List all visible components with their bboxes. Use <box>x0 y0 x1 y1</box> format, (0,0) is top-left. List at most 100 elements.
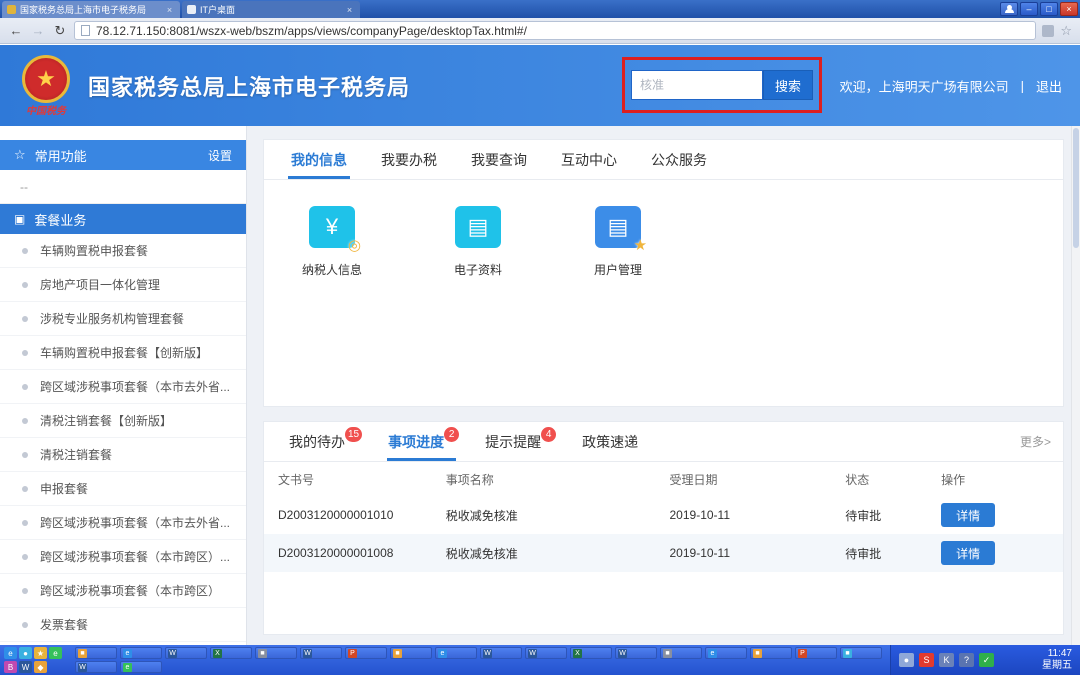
shortcut-glyph: ▤ <box>608 214 629 240</box>
taskbar-window-button[interactable]: ■ <box>255 647 297 659</box>
main-tab[interactable]: 我要查询 <box>454 140 544 179</box>
sidebar-item[interactable]: 跨区域涉税事项套餐（本市跨区） <box>0 574 246 608</box>
cell-doc-no: D2003120000001010 <box>264 496 432 534</box>
forward-icon[interactable] <box>30 23 46 38</box>
settings-link[interactable]: 设置 <box>208 147 232 164</box>
sidebar-item[interactable]: 房地产项目一体化管理 <box>0 268 246 302</box>
minimize-button[interactable] <box>1020 2 1038 16</box>
tray-icon[interactable]: S <box>919 653 934 667</box>
tasks-tab[interactable]: 事项进度 2 <box>375 422 472 461</box>
shortcut-label: 电子资料 <box>454 261 502 278</box>
quick-launch-icon[interactable]: e <box>49 647 62 659</box>
sidebar-empty-row: -- <box>0 170 246 204</box>
sidebar-item[interactable]: 发票套餐 <box>0 608 246 642</box>
detail-button[interactable]: 详情 <box>941 541 995 565</box>
table-row: D2003120000001008 税收减免核准 2019-10-11 待审批 … <box>264 534 1063 572</box>
taskbar-window-button[interactable]: ■ <box>840 647 882 659</box>
table-header-cell: 文书号 <box>264 462 432 496</box>
sidebar-item[interactable]: 跨区域涉税事项套餐（本市去外省... <box>0 506 246 540</box>
bookmark-star-icon[interactable] <box>1060 23 1072 39</box>
sidebar-common-functions[interactable]: 常用功能 设置 <box>0 140 246 170</box>
page-tools-icon[interactable] <box>1042 25 1054 37</box>
quick-launch-icon[interactable]: e <box>4 647 17 659</box>
tray-icon[interactable]: ✓ <box>979 653 994 667</box>
sidebar-section-packages[interactable]: 套餐业务 <box>0 204 246 234</box>
shortcut[interactable]: ▤ ★ 用户管理 <box>594 206 642 278</box>
tasks-tab-label: 提示提醒 <box>485 432 541 452</box>
tab-badge: 4 <box>541 427 556 442</box>
search-box: 搜索 <box>631 70 813 100</box>
sidebar-item[interactable]: 车辆购置税申报套餐 <box>0 234 246 268</box>
maximize-button[interactable] <box>1040 2 1058 16</box>
sidebar-item-label: 车辆购置税申报套餐 <box>40 242 148 259</box>
cell-status: 待审批 <box>831 534 927 572</box>
taskbar-window-button[interactable]: W <box>525 647 567 659</box>
taskbar-window-button[interactable]: W <box>300 647 342 659</box>
scrollbar-thumb[interactable] <box>1073 128 1079 248</box>
sidebar-item[interactable]: 清税注销套餐【创新版】 <box>0 404 246 438</box>
taskbar-window-button[interactable]: P <box>795 647 837 659</box>
tasks-tab[interactable]: 我的待办 15 <box>276 422 375 461</box>
tab-close-icon[interactable] <box>344 5 355 15</box>
taskbar-window-button[interactable]: ■ <box>390 647 432 659</box>
tray-icon[interactable]: ? <box>959 653 974 667</box>
taskbar-window-button[interactable]: W <box>615 647 657 659</box>
profile-icon[interactable] <box>1000 2 1018 16</box>
quick-launch-icon[interactable]: ● <box>19 647 32 659</box>
refresh-icon[interactable] <box>52 23 68 39</box>
more-link[interactable]: 更多> <box>1020 422 1051 461</box>
main-tabs: 我的信息 我要办税 我要查询 互动中心 <box>264 140 1063 180</box>
search-button[interactable]: 搜索 <box>763 70 813 100</box>
main-tab[interactable]: 公众服务 <box>634 140 724 179</box>
tasks-table: 文书号 事项名称 受理日期 状态 操作 <box>264 462 1063 572</box>
main-tab[interactable]: 我的信息 <box>274 140 364 179</box>
browser-tab[interactable]: 国家税务总局上海市电子税务局 <box>2 1 180 18</box>
taskbar-window-button[interactable]: e <box>120 647 162 659</box>
vertical-scrollbar[interactable] <box>1071 126 1080 645</box>
sidebar-item[interactable]: 跨区域涉税事项套餐（本市去外省... <box>0 370 246 404</box>
divider: | <box>1021 78 1024 93</box>
main-tab[interactable]: 我要办税 <box>364 140 454 179</box>
quick-launch-icon[interactable]: ◆ <box>34 661 47 673</box>
taskbar-window-button[interactable]: P <box>345 647 387 659</box>
browser-tab[interactable]: IT户桌面 <box>182 1 360 18</box>
search-input[interactable] <box>631 70 763 100</box>
tasks-tab[interactable]: 政策速递 <box>569 422 651 461</box>
tray-icon[interactable]: ● <box>899 653 914 667</box>
tray-icon[interactable]: K <box>939 653 954 667</box>
app-icon: ■ <box>78 649 87 658</box>
taskbar-window-button[interactable]: e <box>705 647 747 659</box>
taskbar-window-button[interactable]: W <box>75 661 117 673</box>
shortcut[interactable]: ▤ 电子资料 <box>454 206 502 278</box>
sidebar-item[interactable]: 涉税专业服务机构管理套餐 <box>0 302 246 336</box>
taskbar-window-button[interactable]: W <box>165 647 207 659</box>
shortcut-label: 纳税人信息 <box>302 261 362 278</box>
quick-launch-icon[interactable]: W <box>19 661 32 673</box>
back-icon[interactable] <box>8 23 24 38</box>
app-icon: W <box>528 649 537 658</box>
quick-launch-icon[interactable]: B <box>4 661 17 673</box>
logout-link[interactable]: 退出 <box>1036 76 1062 95</box>
tasks-tab[interactable]: 提示提醒 4 <box>472 422 569 461</box>
main-tab[interactable]: 互动中心 <box>544 140 634 179</box>
welcome-text: 欢迎，上海明天广场有限公司 <box>840 76 1009 95</box>
taskbar-window-button[interactable]: X <box>570 647 612 659</box>
sidebar-item[interactable]: 跨区域涉税事项套餐（本市跨区）... <box>0 540 246 574</box>
shortcut[interactable]: ¥ ◎ 纳税人信息 <box>302 206 362 278</box>
tab-close-icon[interactable] <box>164 5 175 15</box>
taskbar-window-button[interactable]: ■ <box>750 647 792 659</box>
sidebar-item[interactable]: 申报套餐 <box>0 472 246 506</box>
quick-launch-icon[interactable]: ★ <box>34 647 47 659</box>
sidebar-item[interactable]: 清税注销套餐 <box>0 438 246 472</box>
app-icon: W <box>483 649 492 658</box>
sidebar-item[interactable]: 车辆购置税申报套餐【创新版】 <box>0 336 246 370</box>
taskbar-window-button[interactable]: ■ <box>75 647 117 659</box>
taskbar-window-button[interactable]: e <box>120 661 162 673</box>
taskbar-window-button[interactable]: ■ <box>660 647 702 659</box>
taskbar-window-button[interactable]: W <box>480 647 522 659</box>
detail-button[interactable]: 详情 <box>941 503 995 527</box>
taskbar-window-button[interactable]: e <box>435 647 477 659</box>
url-bar[interactable]: 78.12.71.150:8081/wszx-web/bszm/apps/vie… <box>74 21 1036 40</box>
close-button[interactable] <box>1060 2 1078 16</box>
taskbar-window-button[interactable]: X <box>210 647 252 659</box>
